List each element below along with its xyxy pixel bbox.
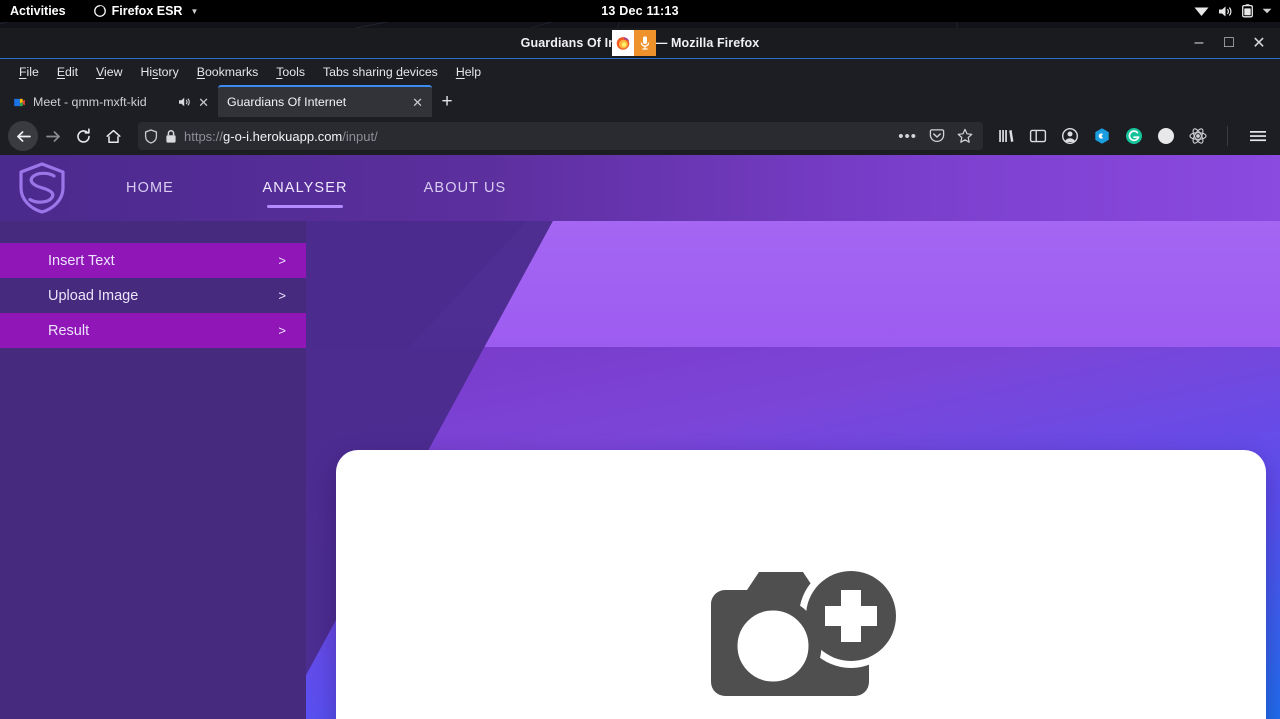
url-path: /input/ — [342, 128, 378, 144]
screen: Activities Firefox ESR ▼ 13 Dec 11:13 Gu… — [0, 0, 1280, 719]
sidebar-item-label: Insert Text — [48, 252, 115, 269]
menu-view[interactable]: View — [87, 62, 131, 82]
tab-title: Meet - qmm-mxft-kid — [33, 95, 147, 109]
tab-bar: Meet - qmm-mxft-kid ✕ Guardians Of Inter… — [0, 85, 1280, 117]
reload-button[interactable] — [68, 121, 98, 151]
app-menu-button[interactable]: Firefox ESR ▼ — [93, 4, 199, 18]
system-tray[interactable] — [1194, 4, 1280, 18]
add-photo-camera-icon[interactable] — [689, 560, 913, 712]
tab-guardians-of-internet[interactable]: Guardians Of Internet ✕ — [218, 85, 432, 117]
firefox-icon — [93, 5, 106, 17]
new-tab-button[interactable]: + — [432, 87, 462, 117]
battery-icon — [1242, 4, 1253, 18]
google-meet-icon — [13, 95, 26, 109]
microphone-sharing-badge — [634, 30, 656, 56]
sidebar-item-result[interactable]: Result > — [0, 313, 306, 348]
upload-card[interactable] — [336, 450, 1266, 719]
tab-close-icon[interactable]: ✕ — [412, 96, 423, 109]
chevron-down-icon: ▼ — [190, 6, 199, 16]
wifi-icon — [1194, 7, 1209, 16]
url-host: g-o-i.herokuapp.com — [223, 128, 343, 144]
nav-link-about-us[interactable]: ABOUT US — [380, 174, 550, 202]
star-icon[interactable] — [957, 128, 973, 144]
page-sidebar: Insert Text > Upload Image > Result > — [0, 221, 306, 719]
toolbar-divider — [1227, 126, 1228, 146]
web-content: HOME ANALYSER ABOUT US Insert Text > Upl… — [0, 155, 1280, 719]
reload-icon — [76, 127, 90, 143]
tab-close-icon[interactable]: ✕ — [198, 96, 209, 109]
menu-help[interactable]: Help — [447, 62, 490, 82]
account-icon[interactable] — [1061, 127, 1079, 145]
dashlane-extension-icon[interactable] — [1093, 127, 1111, 145]
hamburger-menu-icon[interactable] — [1248, 127, 1268, 145]
gnome-top-bar: Activities Firefox ESR ▼ 13 Dec 11:13 — [0, 0, 1280, 22]
library-icon[interactable] — [997, 127, 1015, 145]
tab-audio-playing-icon[interactable] — [178, 96, 191, 108]
pocket-icon[interactable] — [929, 128, 945, 144]
grammarly-extension-icon[interactable] — [1125, 127, 1143, 145]
url-scheme: https:// — [184, 128, 224, 144]
site-header: HOME ANALYSER ABOUT US — [0, 155, 1280, 221]
chevron-right-icon: > — [278, 323, 286, 338]
sidebar-item-upload-image[interactable]: Upload Image > — [0, 278, 306, 313]
tracking-protection-shield-icon[interactable] — [144, 128, 158, 144]
sidebar-item-label: Upload Image — [48, 287, 139, 304]
microphone-icon — [640, 36, 650, 50]
close-button[interactable]: ✕ — [1252, 35, 1266, 52]
menu-tools[interactable]: Tools — [267, 62, 314, 82]
nav-link-analyser-label: ANALYSER — [262, 180, 348, 196]
site-logo[interactable] — [14, 160, 70, 216]
nav-active-underline — [267, 205, 343, 208]
home-button[interactable] — [98, 121, 128, 151]
forward-button[interactable] — [38, 121, 68, 151]
tab-meet[interactable]: Meet - qmm-mxft-kid ✕ — [4, 87, 218, 117]
chevron-right-icon: > — [278, 253, 286, 268]
app-menu-label: Firefox ESR — [111, 4, 183, 18]
firefox-sharing-badge — [612, 30, 634, 56]
padlock-icon[interactable] — [165, 129, 177, 144]
firefox-logo-icon — [616, 37, 630, 50]
ellipsis-icon[interactable]: ••• — [898, 128, 917, 145]
forward-arrow-icon — [45, 130, 60, 142]
back-arrow-icon — [16, 130, 31, 142]
firefox-window: Guardians Of Internet — Mozilla Firefox — [0, 28, 1280, 719]
window-title-bar: Guardians Of Internet — Mozilla Firefox — [0, 28, 1280, 59]
nav-link-home[interactable]: HOME — [70, 174, 230, 202]
back-button[interactable] — [8, 121, 38, 151]
sidebar-item-insert-text[interactable]: Insert Text > — [0, 243, 306, 278]
window-controls[interactable]: – □ ✕ — [1192, 28, 1274, 58]
volume-icon — [1219, 6, 1232, 16]
menu-bookmarks[interactable]: Bookmarks — [188, 62, 268, 82]
chevron-right-icon: > — [278, 288, 286, 303]
toolbar-icons — [991, 126, 1272, 146]
site-nav: HOME ANALYSER ABOUT US — [70, 174, 550, 208]
menu-file[interactable]: File — [10, 62, 48, 82]
chevron-down-icon — [1262, 8, 1272, 14]
nav-link-analyser[interactable]: ANALYSER — [230, 174, 380, 208]
maximize-button[interactable]: □ — [1222, 34, 1236, 51]
menu-history[interactable]: History — [131, 62, 187, 82]
menu-tabs-sharing-devices[interactable]: Tabs sharing devices — [314, 62, 447, 82]
url-text[interactable]: https://g-o-i.herokuapp.com/input/ — [184, 129, 891, 144]
menu-edit[interactable]: Edit — [48, 62, 87, 82]
react-devtools-extension-icon[interactable] — [1189, 127, 1207, 145]
sidebar-item-label: Result — [48, 322, 90, 339]
shield-s-logo-icon — [19, 162, 65, 214]
screen-sharing-indicator[interactable] — [612, 30, 656, 56]
menu-bar: File Edit View History Bookmarks Tools T… — [0, 59, 1280, 85]
sidebar-icon[interactable] — [1029, 127, 1047, 145]
tab-title: Guardians Of Internet — [227, 95, 347, 109]
address-bar[interactable]: https://g-o-i.herokuapp.com/input/ ••• — [138, 122, 983, 150]
minimize-button[interactable]: – — [1192, 34, 1206, 51]
home-icon — [105, 129, 121, 143]
address-bar-actions: ••• — [898, 128, 977, 145]
navigation-toolbar: https://g-o-i.herokuapp.com/input/ ••• — [0, 117, 1280, 155]
dark-reader-extension-icon[interactable] — [1157, 127, 1175, 145]
activities-button[interactable]: Activities — [0, 4, 76, 18]
